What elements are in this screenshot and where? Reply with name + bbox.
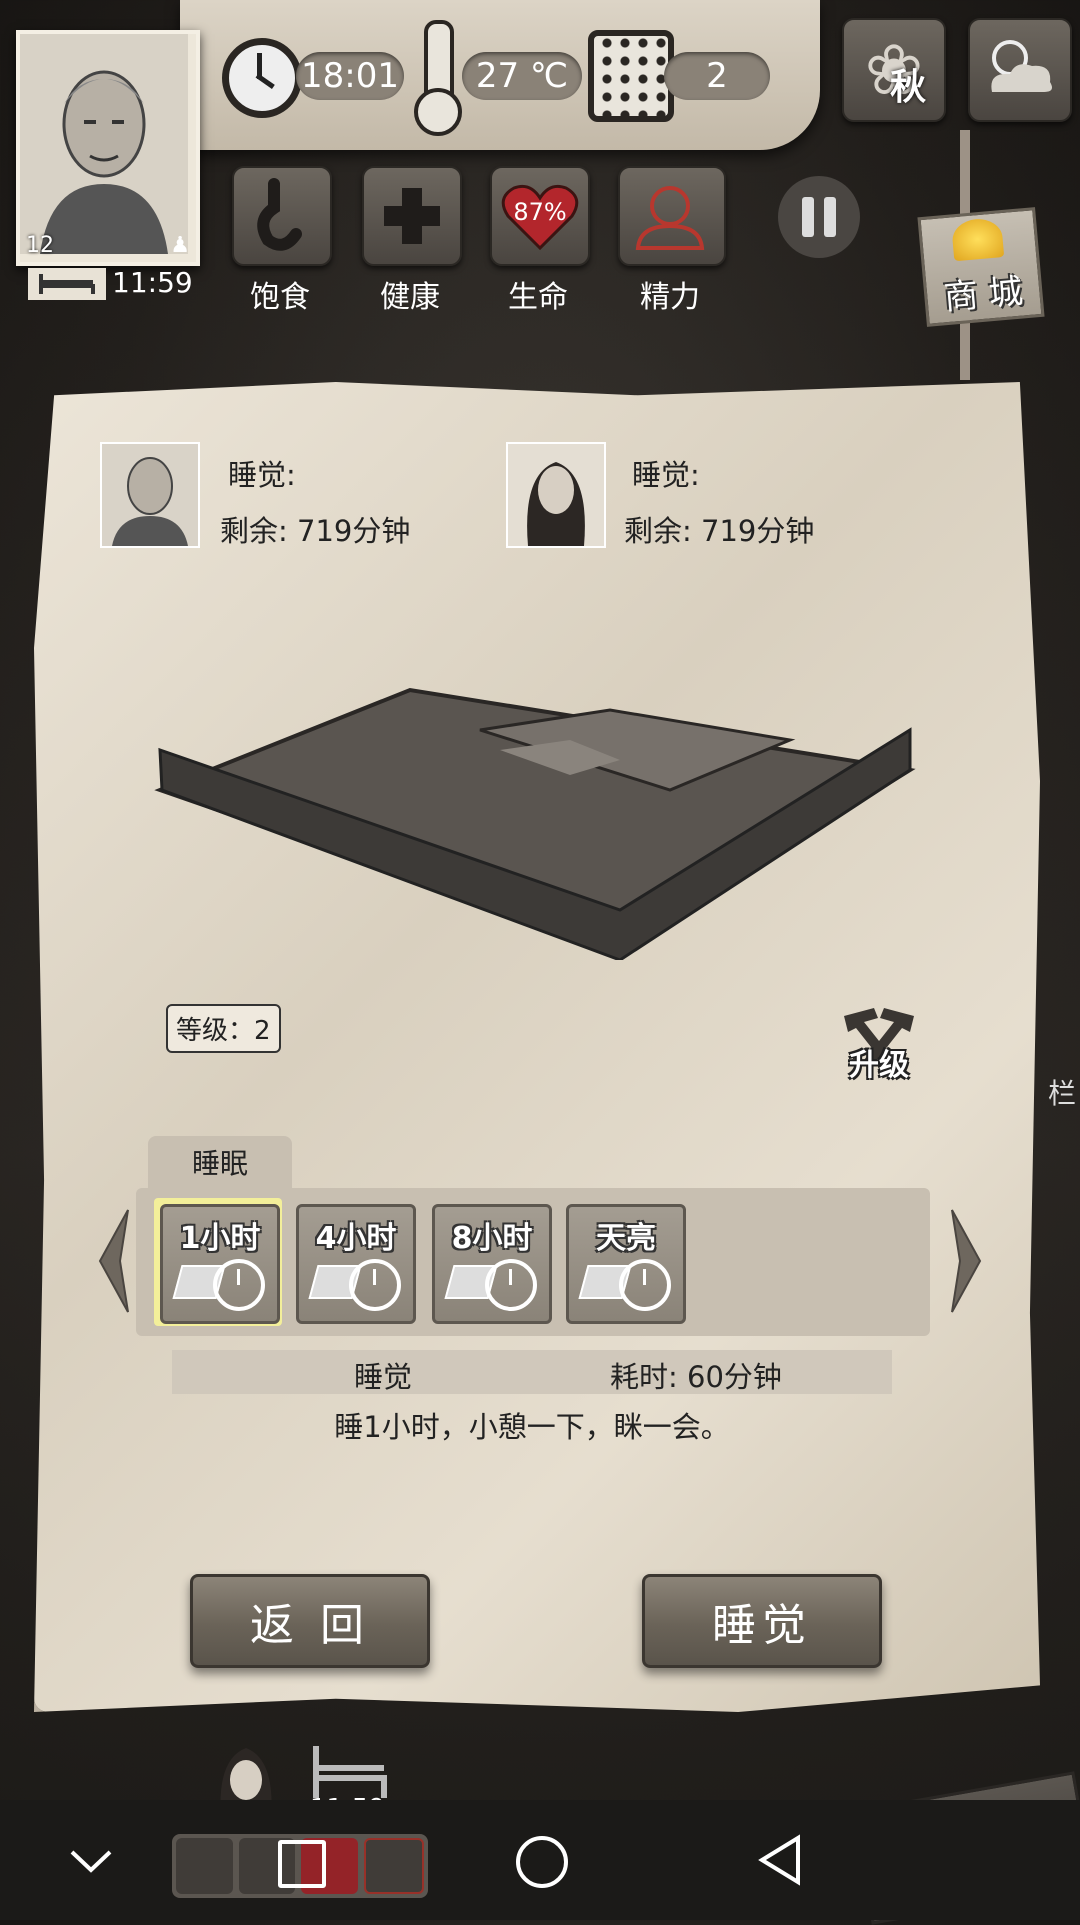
nav-collapse-button[interactable]	[68, 1846, 114, 1880]
pause-button[interactable]	[778, 176, 860, 258]
sleeper-2-remaining: 剩余: 719分钟	[624, 514, 815, 548]
option-label: 1小时	[179, 1221, 261, 1256]
upgrade-label: 升级	[849, 1048, 909, 1083]
life-button[interactable]: 87%	[490, 166, 590, 266]
option-4-hours[interactable]: 4小时	[296, 1204, 416, 1324]
person-icon	[363, 1838, 424, 1894]
shop-label: 商 城	[942, 271, 1025, 319]
shell-icon	[950, 217, 1005, 262]
chevron-right-icon	[951, 1209, 982, 1313]
stopwatch-icon	[222, 38, 302, 118]
action-cost: 耗时: 60分钟	[610, 1360, 782, 1394]
health-button[interactable]	[362, 166, 462, 266]
bed-level: 等级：2	[166, 1004, 281, 1053]
nav-recents-button[interactable]	[278, 1840, 326, 1888]
option-1-hour[interactable]: 1小时	[160, 1204, 280, 1324]
action-description: 睡1小时，小憩一下，眯一会。	[334, 1410, 730, 1444]
season-button[interactable]: ❀ 秋	[842, 18, 946, 122]
option-label: 4小时	[315, 1221, 397, 1256]
day-counter: 2	[664, 52, 770, 100]
stat-label-life: 生命	[508, 280, 568, 315]
chevron-left-icon	[98, 1209, 129, 1313]
option-8-hours[interactable]: 8小时	[432, 1204, 552, 1324]
clock-icon	[213, 1259, 265, 1311]
action-name: 睡觉	[354, 1360, 413, 1394]
nav-home-button[interactable]	[516, 1836, 568, 1888]
tab-sleep[interactable]: 睡眠	[148, 1136, 292, 1188]
triangle-back-icon	[758, 1834, 800, 1886]
clock-time: 18:01	[296, 52, 404, 100]
sleeper-1-remaining: 剩余: 719分钟	[220, 514, 411, 548]
player-sleep-time: 11:59	[112, 266, 193, 299]
sleeper-avatar-woman	[506, 442, 606, 548]
nav-back-button[interactable]	[756, 1834, 804, 1890]
chevron-down-icon	[70, 1850, 112, 1873]
upgrade-button[interactable]: 升级	[834, 1000, 924, 1090]
woman-portrait-icon	[527, 462, 585, 546]
prev-arrow-button[interactable]	[94, 1206, 134, 1320]
season-label: 秋	[889, 67, 926, 108]
family-icon: ♟	[170, 233, 190, 258]
sleeper-avatar-man	[100, 442, 200, 548]
side-fence-label: 栏	[1048, 1077, 1077, 1110]
stat-label-hunger: 饱食	[250, 280, 310, 315]
temperature: 27 ℃	[462, 52, 582, 100]
moon-icon	[619, 1259, 671, 1311]
back-button[interactable]: 返 回	[190, 1574, 430, 1668]
person-icon	[635, 186, 705, 250]
stomach-icon	[257, 178, 302, 251]
pause-icon	[802, 197, 836, 237]
hunger-button[interactable]	[232, 166, 332, 266]
energy-button[interactable]	[618, 166, 726, 266]
weather-button[interactable]	[968, 18, 1072, 122]
bed-illustration	[154, 687, 916, 960]
man-portrait-icon	[112, 457, 188, 546]
clock-icon	[485, 1259, 537, 1311]
option-label: 天亮	[596, 1221, 656, 1256]
stat-label-health: 健康	[380, 280, 440, 315]
option-label: 8小时	[451, 1221, 533, 1256]
player-avatar[interactable]: 12 ♟	[16, 30, 200, 266]
calendar-icon	[588, 30, 674, 122]
sleep-button[interactable]: 睡觉	[642, 1574, 882, 1668]
clock-icon	[349, 1259, 401, 1311]
cross-icon	[384, 188, 440, 244]
next-arrow-button[interactable]	[946, 1206, 986, 1320]
stat-label-energy: 精力	[640, 280, 700, 315]
action-info-bar	[172, 1350, 892, 1394]
bed-icon	[39, 274, 95, 294]
sleeper-1-status: 睡觉:	[228, 458, 296, 492]
option-until-dawn[interactable]: 天亮	[566, 1204, 686, 1324]
shop-button[interactable]: 商 城	[917, 207, 1045, 327]
sleep-indicator	[28, 268, 106, 300]
life-value: 87%	[513, 198, 567, 226]
sleeper-2-status: 睡觉:	[632, 458, 700, 492]
partly-cloudy-icon	[991, 40, 1052, 92]
stomach-icon	[176, 1838, 233, 1894]
man-portrait-icon	[20, 34, 188, 254]
bed-icon	[313, 1746, 387, 1798]
player-level: 12	[26, 233, 54, 258]
